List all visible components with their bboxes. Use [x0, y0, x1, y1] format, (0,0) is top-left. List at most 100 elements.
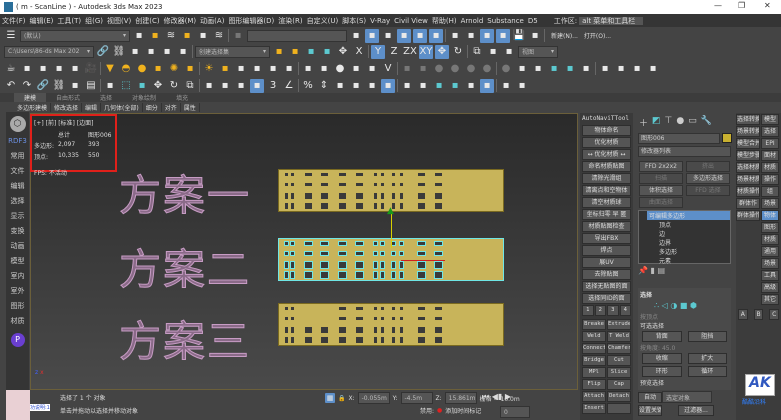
- gizmo-y-arrow-icon[interactable]: ▲: [387, 206, 394, 216]
- script-button-3[interactable]: 命名材质贴图: [582, 161, 631, 172]
- layers-hidden-icon[interactable]: ▪: [231, 29, 245, 43]
- render-frame-4-icon[interactable]: ▪: [515, 79, 529, 93]
- teapot-render-icon[interactable]: ▪: [144, 45, 158, 59]
- snap-25d-icon[interactable]: ▪: [413, 28, 427, 43]
- loop-button[interactable]: 循环: [687, 366, 727, 377]
- number-button-2[interactable]: 2: [594, 305, 606, 316]
- script-button-8[interactable]: 材质贴图检查: [582, 221, 631, 232]
- layer-manager-icon[interactable]: ▪: [132, 29, 146, 43]
- add-layer-icon[interactable]: ▪: [148, 29, 162, 43]
- dot-large-icon[interactable]: ●: [464, 62, 478, 76]
- rect-icon[interactable]: ⬚: [119, 79, 133, 93]
- far-button-0[interactable]: 选择转换: [736, 114, 760, 125]
- motion-tab-icon[interactable]: ●: [676, 116, 684, 129]
- video-icon[interactable]: ▪: [68, 62, 82, 76]
- sidebar-item-6[interactable]: 动画: [6, 239, 29, 254]
- new-button[interactable]: 新建(N)...: [551, 31, 578, 40]
- ribbon-tab-4[interactable]: 填充: [166, 93, 198, 102]
- go-start-icon[interactable]: ⏮: [482, 392, 489, 401]
- box-select-icon[interactable]: ▪: [317, 62, 331, 76]
- configure-sets-icon[interactable]: ▤: [657, 266, 665, 275]
- select-by-name-icon[interactable]: ▪: [288, 45, 302, 59]
- ffd-button[interactable]: FFD 2x2x2: [639, 161, 683, 172]
- stack-item-2[interactable]: 边: [659, 229, 730, 238]
- record-icon[interactable]: ●: [437, 407, 442, 414]
- ribbon-panel-4[interactable]: 细分: [143, 102, 162, 112]
- far-col2-button-7[interactable]: 场景: [761, 198, 779, 209]
- key-filter-dropdown[interactable]: 选定对象: [662, 391, 712, 403]
- ffd-select-button[interactable]: FFD 选择: [686, 185, 730, 196]
- playback-controls[interactable]: ⏮ ◀▮ ▶: [482, 392, 511, 402]
- sidebar-item-5[interactable]: 变换: [6, 224, 29, 239]
- script-button-13[interactable]: 选择无贴图的面: [582, 281, 631, 292]
- number-button-1[interactable]: 1: [582, 305, 594, 316]
- snap-3d-icon[interactable]: ▪: [429, 28, 443, 43]
- ribbon-tab-1[interactable]: 自由形式: [46, 93, 90, 102]
- snap-2d-icon[interactable]: ▪: [397, 28, 411, 43]
- script-button-6[interactable]: 清空材质球: [582, 197, 631, 208]
- v-logo-icon[interactable]: V: [381, 62, 395, 76]
- curve-editor-4-icon[interactable]: ▪: [432, 79, 446, 93]
- far-col2-button-14[interactable]: 高级: [761, 282, 779, 293]
- building-facade-3[interactable]: [278, 303, 504, 346]
- menu-16[interactable]: Substance: [485, 17, 526, 25]
- far-col2-button-11[interactable]: 通用: [761, 246, 779, 257]
- dot-small-icon[interactable]: ●: [432, 62, 446, 76]
- axis-zx-icon[interactable]: ZX: [403, 45, 417, 59]
- snap-grid-icon[interactable]: ▪: [365, 28, 379, 43]
- show-end-result-icon[interactable]: ▮: [651, 266, 655, 275]
- poly-tool-extrude-button[interactable]: Extrude: [607, 319, 631, 330]
- ribbon-panel-0[interactable]: 多边形建模: [14, 102, 52, 112]
- mirror-icon[interactable]: ▪: [502, 45, 516, 59]
- sunlight-icon[interactable]: ☀: [202, 62, 216, 76]
- render-setup-icon[interactable]: ▪: [614, 62, 628, 76]
- far-col2-button-4[interactable]: 材质: [761, 162, 779, 173]
- poly-tool-t-weld-button[interactable]: T Weld: [607, 331, 631, 342]
- object-color-swatch[interactable]: [722, 133, 732, 143]
- sidebar-item-2[interactable]: 编辑: [6, 179, 29, 194]
- stack-item-3[interactable]: 边界: [659, 238, 730, 247]
- menu-12[interactable]: V-Ray: [368, 17, 392, 25]
- absolute-mode-icon[interactable]: ▦: [325, 393, 335, 403]
- frame-field[interactable]: 0: [500, 406, 530, 418]
- poly-tool-cap-button[interactable]: Cap: [607, 379, 631, 390]
- number-button-3[interactable]: 3: [607, 305, 619, 316]
- far-col2-button-1[interactable]: 选择: [761, 126, 779, 137]
- ribbon-tab-0[interactable]: 建模: [14, 93, 47, 102]
- far-col2-button-3[interactable]: 面材: [761, 150, 779, 161]
- menu-4[interactable]: 视图(V): [105, 16, 133, 26]
- move-icon[interactable]: ✥: [336, 45, 350, 59]
- far-button-4[interactable]: 选择材质: [736, 162, 760, 173]
- teapot-active-icon[interactable]: ▪: [160, 45, 174, 59]
- dope-4-icon[interactable]: ▪: [448, 79, 462, 93]
- menu-0[interactable]: 文件(F): [0, 16, 28, 26]
- select-object-icon[interactable]: ▪: [272, 45, 286, 59]
- window-crossing-icon[interactable]: ▪: [320, 45, 334, 59]
- far-button-6[interactable]: 材质操作: [736, 186, 760, 197]
- script-listener-text[interactable]: 功说明:1: [30, 404, 50, 411]
- shaded-sphere-icon[interactable]: ▪: [250, 62, 264, 76]
- shape-light-icon[interactable]: ▪: [52, 62, 66, 76]
- menu-9[interactable]: 渲染(R): [276, 16, 304, 26]
- scale-4-icon[interactable]: ⧉: [183, 79, 197, 93]
- surface-select-button[interactable]: 曲面选择: [639, 197, 683, 208]
- script-button-2[interactable]: ↔ 优化材质 ↔: [582, 149, 631, 160]
- stack-item-0[interactable]: 可编辑多边形: [647, 211, 730, 220]
- place-icon[interactable]: ▪: [486, 45, 500, 59]
- layer-stack-icon[interactable]: ≋: [164, 29, 178, 43]
- by-angle-checkbox[interactable]: 按角度:: [640, 345, 660, 352]
- ribbon-panel-1[interactable]: 修改选择: [51, 102, 83, 112]
- far-col2-button-12[interactable]: 场景: [761, 258, 779, 269]
- material-editor-icon[interactable]: ▪: [480, 78, 494, 93]
- script-button-10[interactable]: 焊点: [582, 245, 631, 256]
- auto-key-button[interactable]: 自动: [638, 392, 662, 403]
- y-coordinate-field[interactable]: -4.5m: [400, 392, 433, 404]
- menu-8[interactable]: 图形编辑器(D): [226, 16, 276, 26]
- particles-icon[interactable]: ▪: [301, 62, 315, 76]
- layer-mirror-icon[interactable]: ▪: [196, 29, 210, 43]
- layer-explorer-icon[interactable]: ▪: [400, 79, 414, 93]
- move-gizmo-y-axis[interactable]: [391, 212, 392, 248]
- volume-select-button[interactable]: 体积选择: [639, 185, 683, 196]
- create-tab-icon[interactable]: ＋: [639, 116, 648, 129]
- maxscript-listener[interactable]: [6, 390, 30, 420]
